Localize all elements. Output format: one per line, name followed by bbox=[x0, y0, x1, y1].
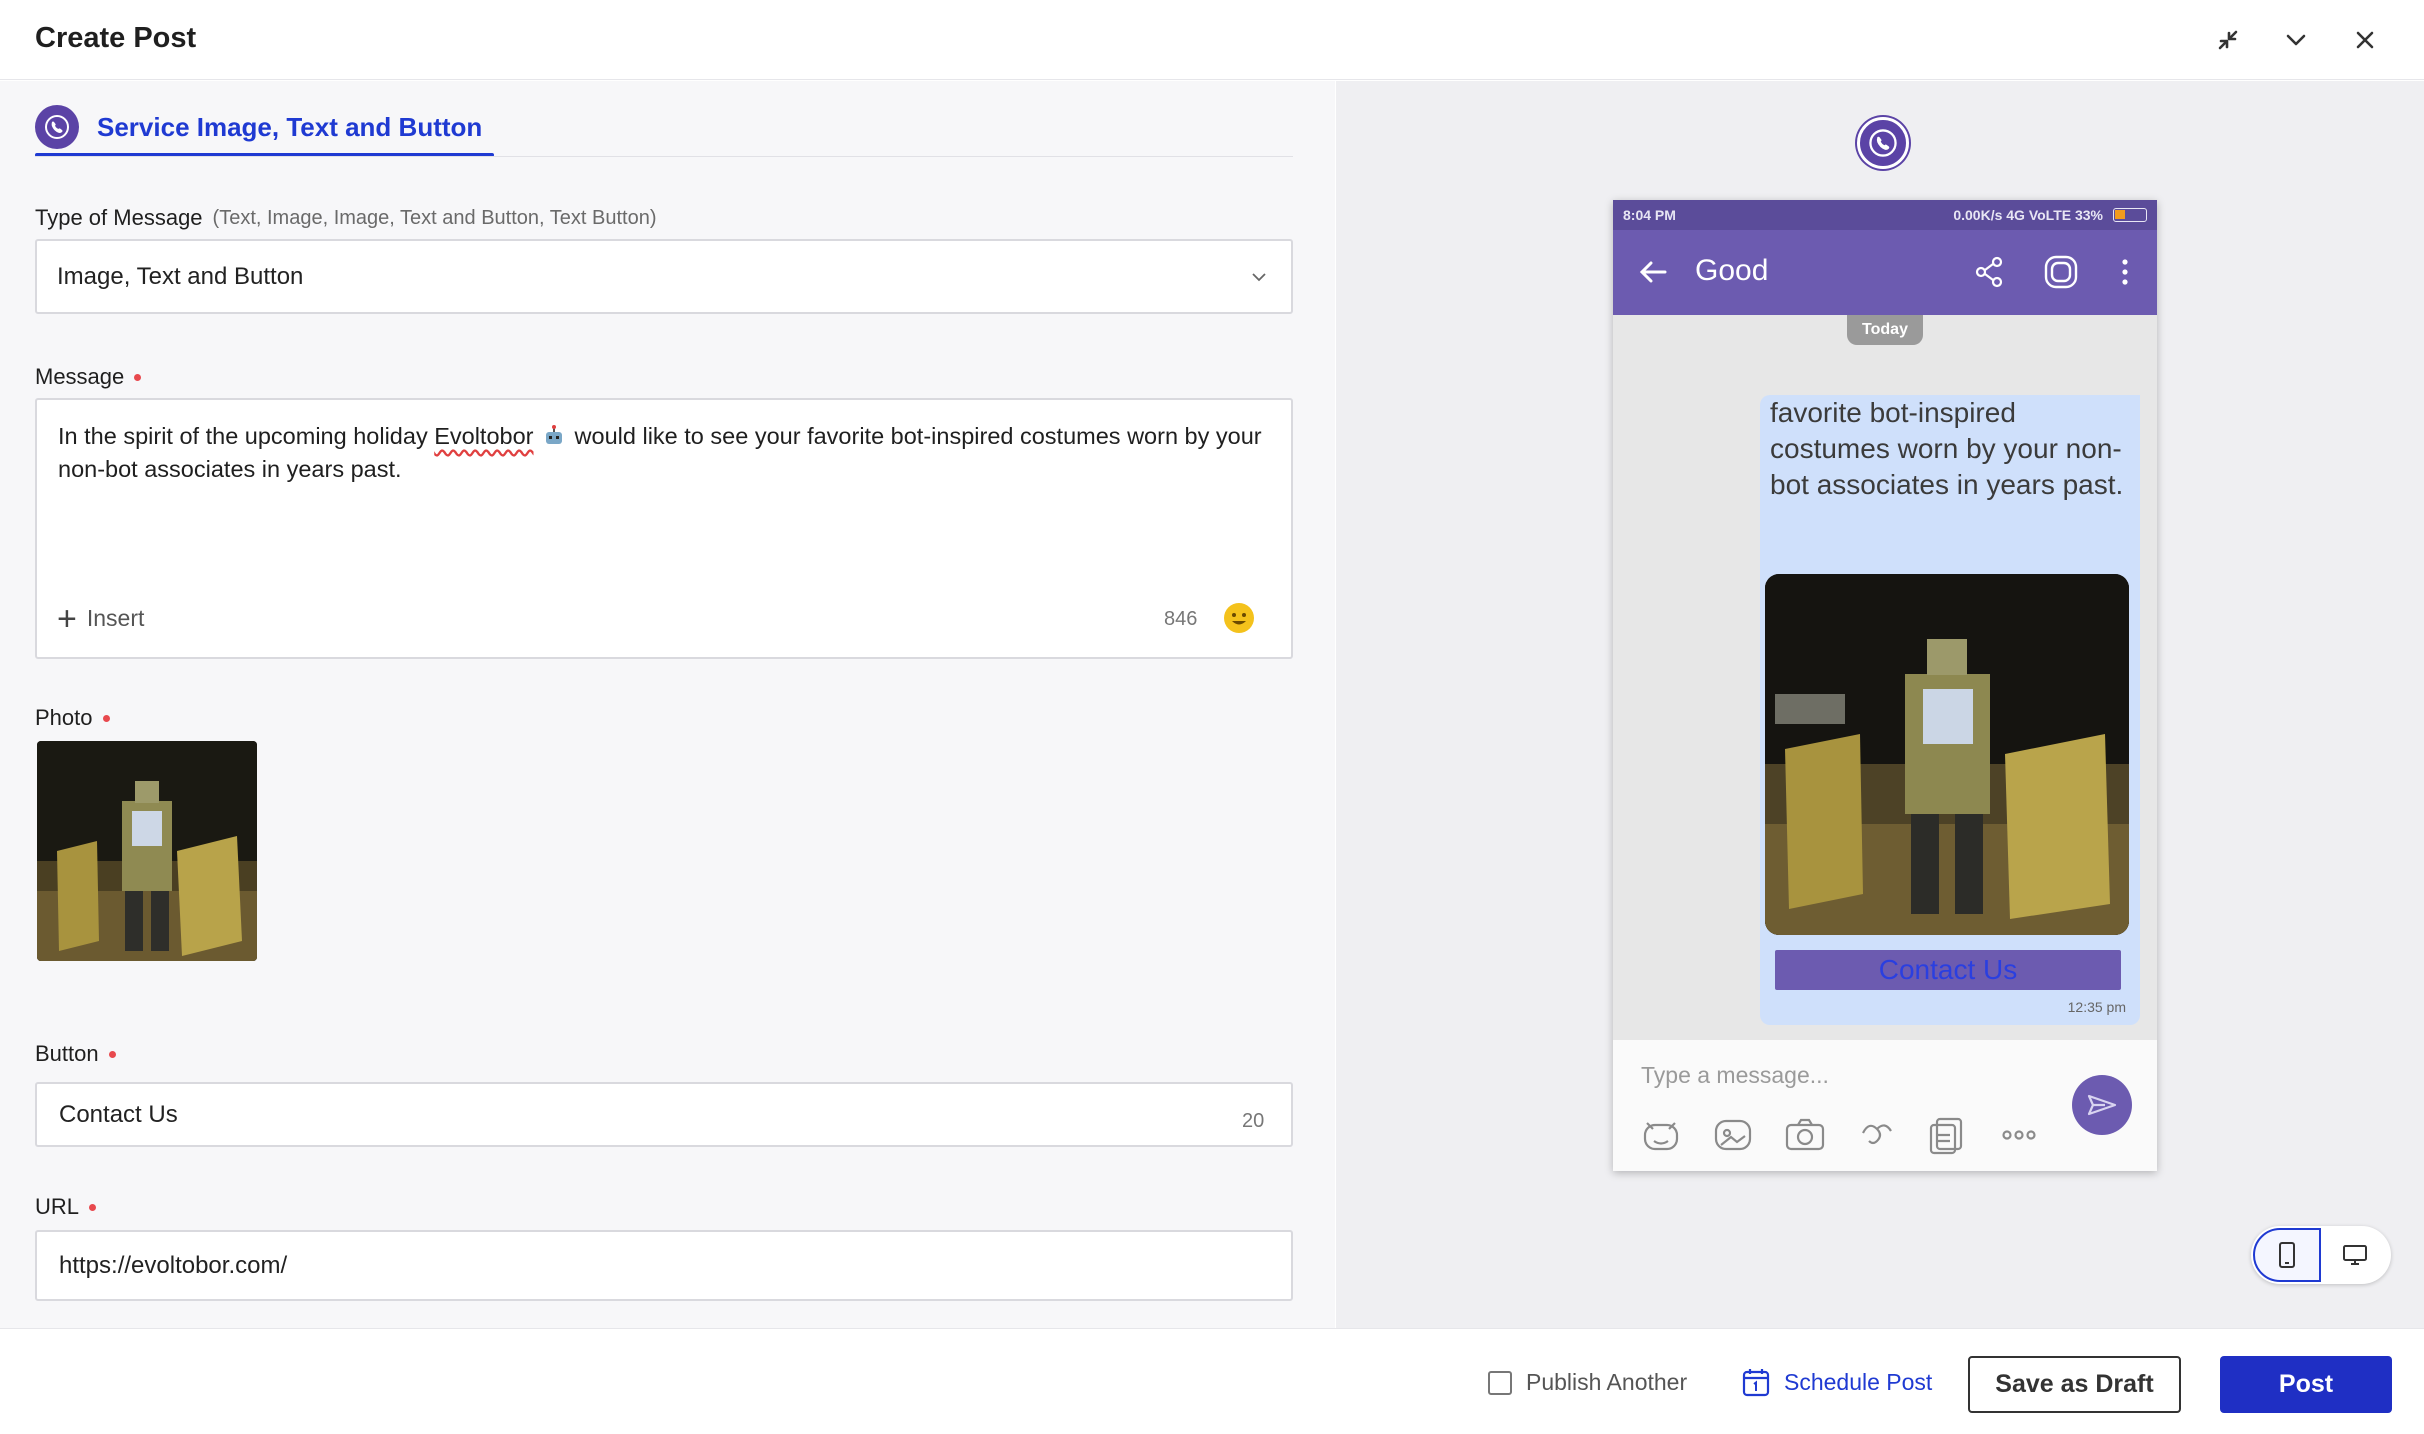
more-vertical-icon bbox=[2122, 259, 2128, 285]
more-horizontal-icon bbox=[1997, 1113, 2041, 1157]
button-text-value: Contact Us bbox=[59, 1100, 178, 1128]
desktop-icon bbox=[2343, 1245, 2367, 1265]
message-text[interactable]: In the spirit of the upcoming holiday Ev… bbox=[58, 420, 1268, 486]
bubble-image bbox=[1765, 574, 2129, 935]
device-toggle bbox=[2251, 1226, 2391, 1284]
tab-divider bbox=[35, 156, 1293, 157]
footer: Publish Another Schedule Post Save as Dr… bbox=[0, 1328, 2424, 1434]
required-indicator bbox=[108, 1050, 116, 1058]
checkbox[interactable] bbox=[1488, 1370, 1512, 1395]
publish-another-checkbox[interactable]: Publish Another bbox=[1488, 1369, 1687, 1396]
type-of-message-select[interactable]: Image, Text and Button bbox=[35, 239, 1293, 314]
button-label: Button bbox=[35, 1041, 116, 1067]
gif-icon bbox=[1711, 1113, 1755, 1157]
robot-emoji-icon bbox=[546, 425, 563, 444]
preview-panel: 8:04 PM 0.00K/s 4G VoLTE 33% Good Today … bbox=[1336, 81, 2424, 1328]
mobile-icon bbox=[2279, 1242, 2295, 1268]
required-indicator bbox=[102, 714, 110, 722]
chevron-down-icon[interactable] bbox=[2276, 20, 2316, 60]
type-of-message-label: Type of Message (Text, Image, Image, Tex… bbox=[35, 205, 657, 230]
chat-input-bar: Type a message... bbox=[1613, 1040, 2157, 1171]
mobile-view-button[interactable] bbox=[2253, 1228, 2321, 1282]
required-indicator bbox=[134, 373, 142, 381]
minimize-icon[interactable] bbox=[2208, 20, 2248, 60]
sticker-icon bbox=[1639, 1113, 1683, 1157]
url-label: URL bbox=[35, 1194, 97, 1220]
camera-icon bbox=[1783, 1113, 1827, 1157]
back-arrow-icon bbox=[1639, 261, 1667, 283]
phone-status-bar: 8:04 PM 0.00K/s 4G VoLTE 33% bbox=[1613, 200, 2157, 230]
required-indicator bbox=[89, 1203, 97, 1211]
phone-preview: 8:04 PM 0.00K/s 4G VoLTE 33% Good Today … bbox=[1613, 200, 2157, 1171]
save-as-draft-button[interactable]: Save as Draft bbox=[1968, 1356, 2181, 1413]
bubble-contact-button[interactable]: Contact Us bbox=[1775, 950, 2121, 990]
brand-word: Evoltobor bbox=[434, 423, 534, 449]
insert-button[interactable]: + Insert bbox=[57, 599, 144, 638]
message-textarea[interactable]: In the spirit of the upcoming holiday Ev… bbox=[35, 398, 1293, 659]
tab-service-image-text-button[interactable]: Service Image, Text and Button bbox=[35, 95, 492, 159]
doodle-icon bbox=[1855, 1113, 1899, 1157]
tab-label: Service Image, Text and Button bbox=[97, 111, 483, 142]
close-icon[interactable] bbox=[2345, 20, 2385, 60]
post-button[interactable]: Post bbox=[2220, 1356, 2392, 1413]
type-of-message-value: Image, Text and Button bbox=[57, 262, 304, 290]
photo-thumbnail[interactable] bbox=[37, 741, 257, 961]
photo-label: Photo bbox=[35, 705, 110, 731]
chat-input-placeholder: Type a message... bbox=[1641, 1062, 1829, 1088]
viber-icon bbox=[35, 105, 79, 149]
desktop-view-button[interactable] bbox=[2321, 1228, 2389, 1282]
viber-icon bbox=[1857, 117, 1909, 169]
post-form: Service Image, Text and Button Type of M… bbox=[0, 81, 1335, 1328]
page-title: Create Post bbox=[35, 22, 197, 54]
message-label: Message bbox=[35, 364, 142, 390]
type-of-message-hint: (Text, Image, Image, Text and Button, Te… bbox=[212, 206, 657, 229]
public-account-icon bbox=[2044, 255, 2078, 289]
chat-title: Good bbox=[1695, 254, 1769, 287]
bubble-timestamp: 12:35 pm bbox=[2067, 999, 2126, 1015]
url-input[interactable]: https://evoltobor.com/ bbox=[35, 1230, 1293, 1301]
header: Create Post bbox=[0, 0, 2424, 80]
battery-icon bbox=[2113, 208, 2147, 222]
share-icon bbox=[1975, 256, 2003, 288]
send-icon bbox=[2072, 1075, 2132, 1135]
schedule-post-button[interactable]: Schedule Post bbox=[1742, 1367, 1932, 1397]
message-char-count: 846 bbox=[1164, 608, 1198, 630]
plus-icon: + bbox=[57, 599, 77, 638]
chevron-down-icon bbox=[1252, 273, 1266, 282]
file-icon bbox=[1925, 1113, 1969, 1157]
bubble-text: favorite bot-inspired costumes worn by y… bbox=[1770, 397, 2124, 500]
calendar-icon bbox=[1742, 1369, 1770, 1397]
button-char-count: 20 bbox=[1242, 1110, 1265, 1132]
emoji-icon[interactable] bbox=[1223, 602, 1255, 634]
chat-app-bar: Good bbox=[1613, 230, 2157, 315]
date-divider: Today bbox=[1847, 315, 1923, 345]
url-value: https://evoltobor.com/ bbox=[59, 1251, 288, 1279]
button-text-input[interactable]: Contact Us 20 bbox=[35, 1082, 1293, 1147]
message-bubble: favorite bot-inspired costumes worn by y… bbox=[1760, 395, 2140, 1025]
